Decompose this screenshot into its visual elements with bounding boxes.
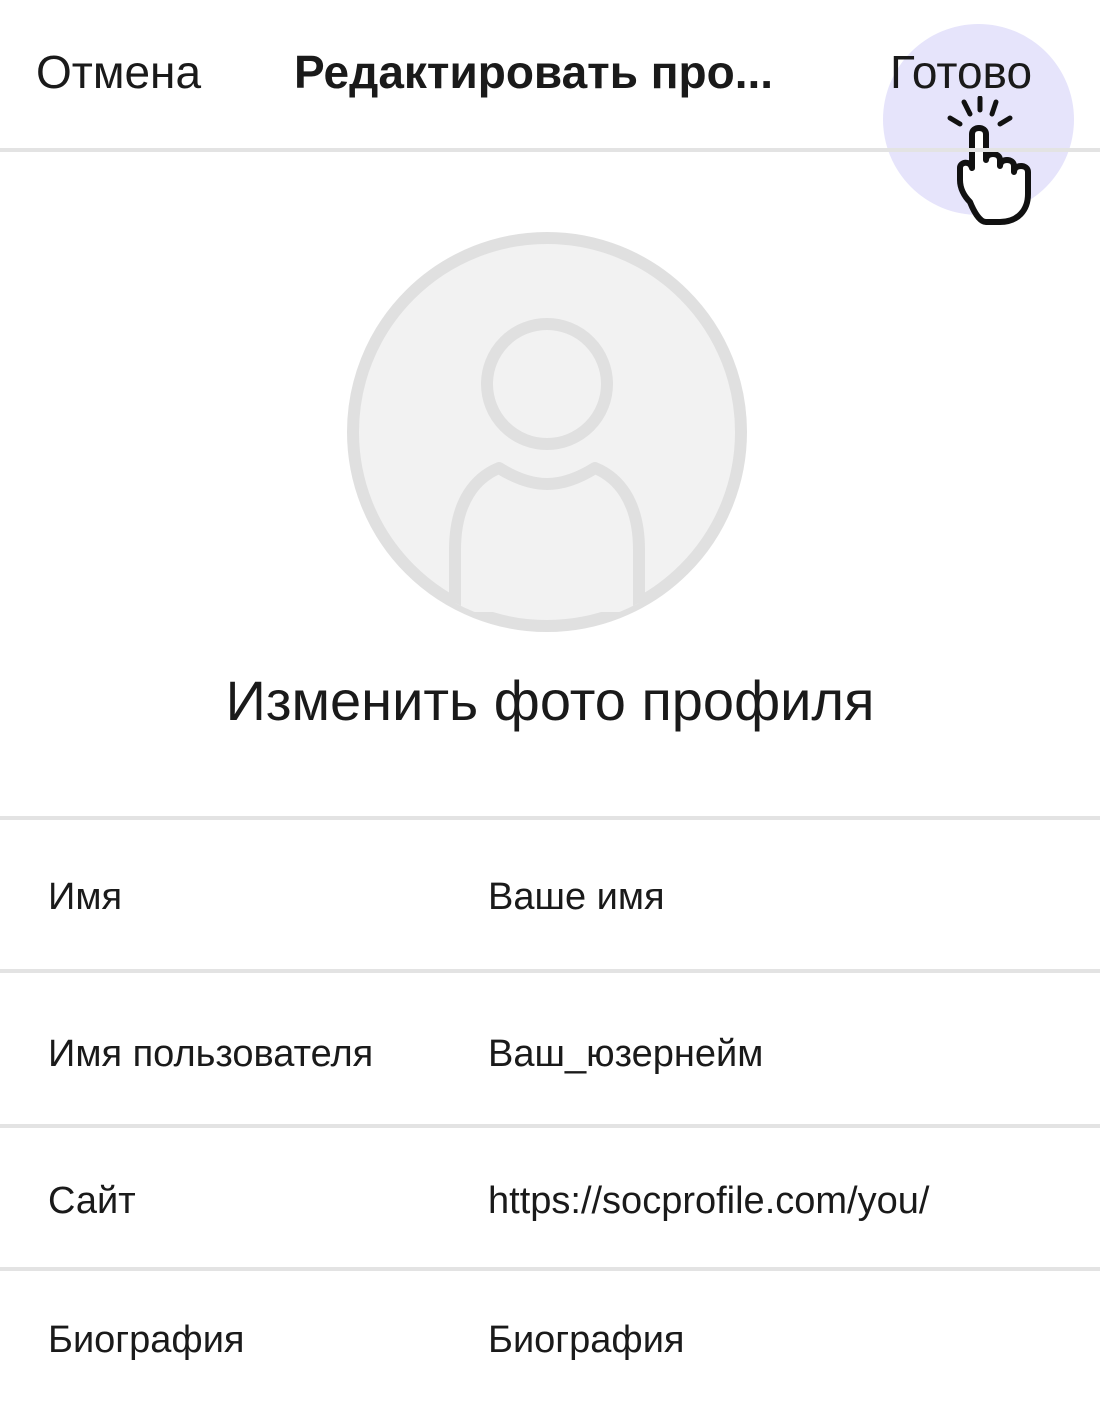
bio-input[interactable]: Биография [488,1317,685,1363]
top-navigation-bar: Отмена Редактировать про... Готово [0,0,1100,225]
field-label-bio: Биография [48,1319,245,1361]
field-label-name: Имя [48,876,123,918]
hand-pointer-icon [947,96,1031,225]
default-avatar-icon[interactable] [347,232,747,632]
field-label-website: Сайт [48,1180,136,1222]
divider [0,1267,1100,1271]
divider [0,816,1100,820]
header-divider [0,148,1100,152]
website-input[interactable]: https://socprofile.com/you/ [488,1178,929,1224]
name-input[interactable]: Ваше имя [488,874,665,920]
change-profile-photo-link[interactable]: Изменить фото профиля [0,668,1100,734]
divider [0,1124,1100,1128]
page-title: Редактировать про... [294,46,774,98]
done-button[interactable]: Готово [890,44,1032,100]
field-label-username: Имя пользователя [48,1033,374,1075]
divider [0,969,1100,973]
username-input[interactable]: Ваш_юзернейм [488,1031,763,1077]
cancel-button[interactable]: Отмена [36,44,201,100]
